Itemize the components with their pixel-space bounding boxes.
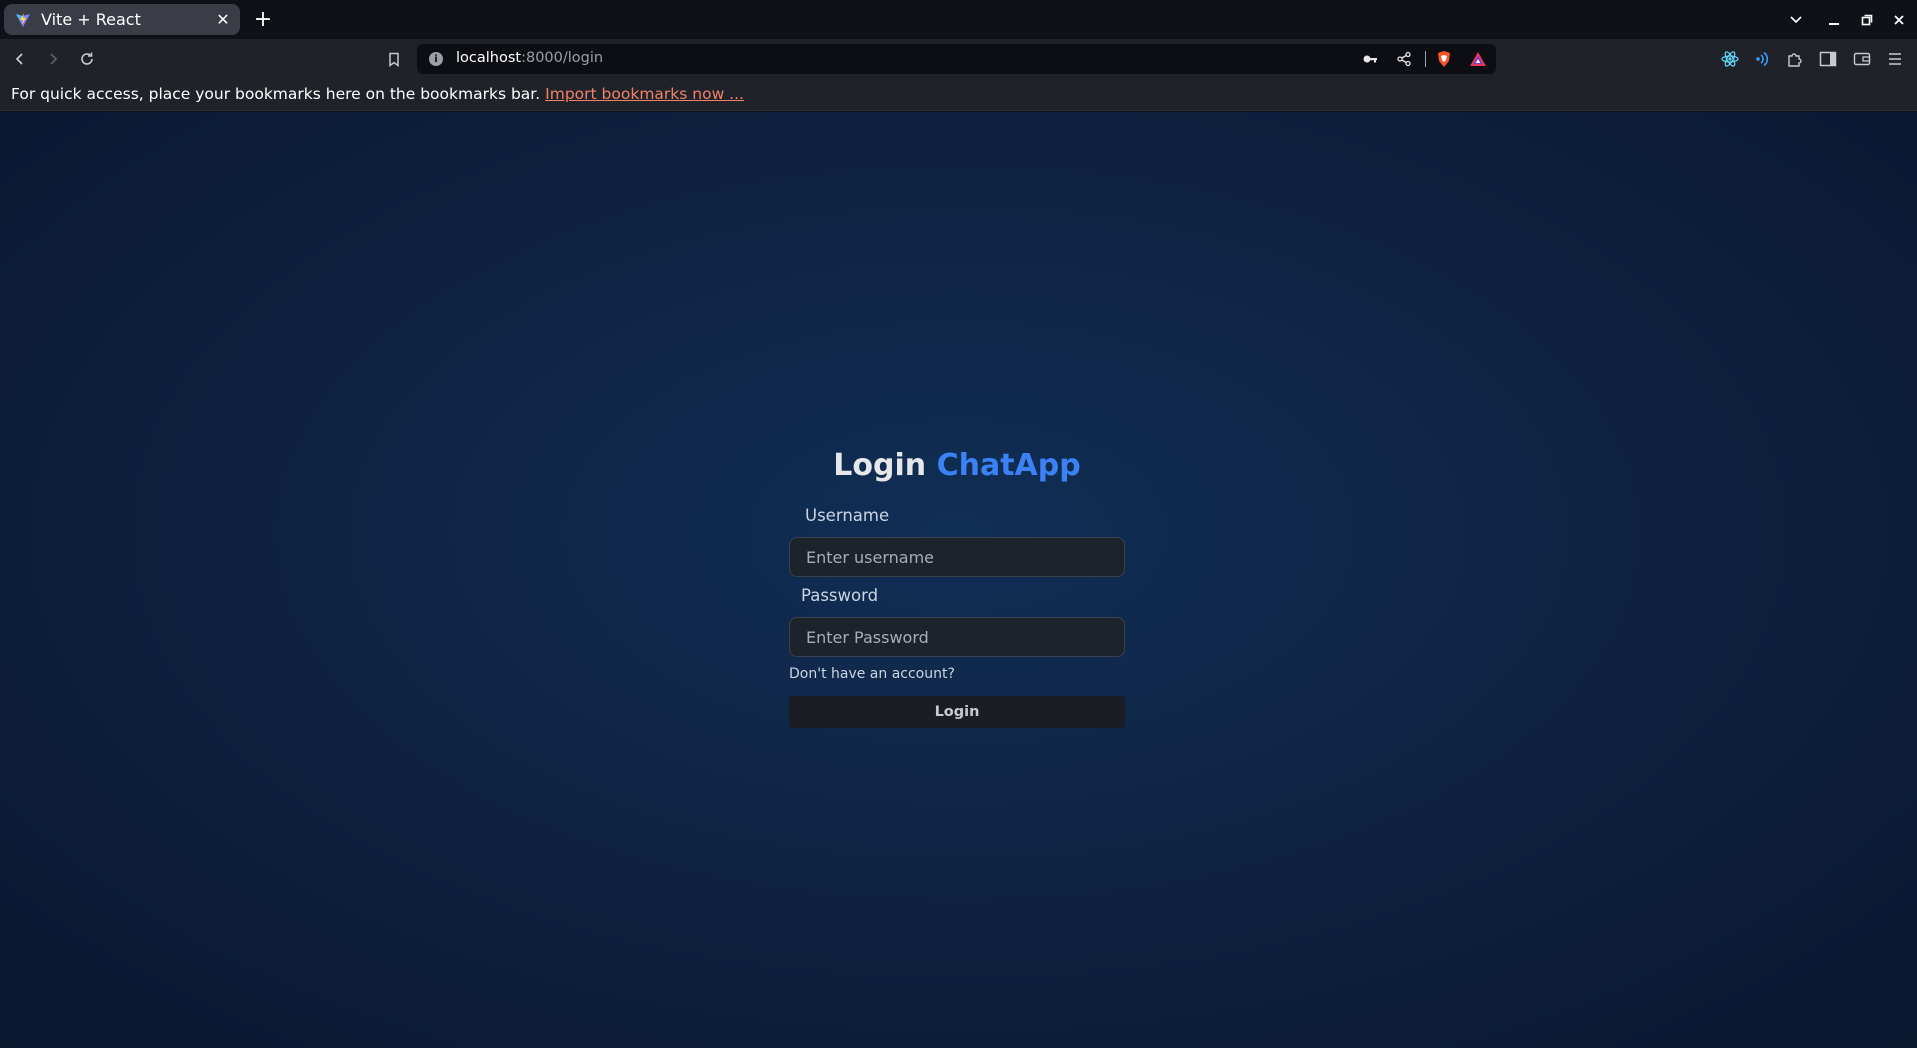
username-input[interactable]: [789, 537, 1125, 577]
brave-shields-icon[interactable]: [1435, 50, 1453, 68]
tab-list-chevron-icon[interactable]: [1784, 0, 1808, 39]
reload-icon[interactable]: [75, 47, 99, 71]
address-bar[interactable]: i localhost:8000/login: [417, 44, 1496, 74]
brave-rewards-icon[interactable]: [1469, 50, 1487, 68]
tab-bar: Vite + React ✕ +: [0, 0, 1917, 39]
wireless-extension-icon[interactable]: [1752, 49, 1772, 69]
key-icon[interactable]: [1361, 50, 1379, 68]
extensions-puzzle-icon[interactable]: [1785, 49, 1805, 69]
site-info-icon[interactable]: i: [429, 52, 443, 66]
page-background: Login ChatApp Username Password Don't ha…: [0, 112, 1917, 1048]
sidebar-toggle-icon[interactable]: [1818, 49, 1838, 69]
page-title: Login ChatApp: [789, 446, 1125, 486]
close-window-icon[interactable]: [1887, 0, 1911, 39]
wallet-icon[interactable]: [1852, 49, 1872, 69]
share-icon[interactable]: [1395, 50, 1413, 68]
url-host: localhost: [456, 50, 522, 66]
url-path: :8000/login: [521, 50, 604, 66]
url-text[interactable]: localhost:8000/login: [456, 50, 603, 66]
back-icon[interactable]: [8, 47, 32, 71]
password-label: Password: [801, 586, 879, 605]
brand-name: ChatApp: [936, 448, 1081, 483]
new-tab-button[interactable]: +: [252, 7, 274, 32]
vite-logo-icon: [15, 12, 31, 28]
minimize-icon[interactable]: [1822, 0, 1846, 39]
username-label: Username: [805, 506, 890, 525]
signup-link[interactable]: Don't have an account?: [789, 666, 955, 682]
bookmark-icon[interactable]: [382, 47, 406, 71]
password-input[interactable]: [789, 617, 1125, 657]
title-prefix: Login: [833, 448, 927, 483]
menu-hamburger-icon[interactable]: [1885, 49, 1905, 69]
bookmarks-message: For quick access, place your bookmarks h…: [11, 85, 541, 103]
tab-close-icon[interactable]: ✕: [214, 10, 232, 29]
address-bar-separator: [1425, 51, 1426, 67]
login-form: Login ChatApp Username Password Don't ha…: [789, 446, 1125, 728]
browser-toolbar: i localhost:8000/login: [0, 39, 1917, 78]
bookmarks-bar: For quick access, place your bookmarks h…: [0, 78, 1917, 111]
tab-title: Vite + React: [41, 10, 141, 29]
import-bookmarks-link[interactable]: Import bookmarks now ...: [545, 85, 744, 103]
restore-icon[interactable]: [1855, 0, 1879, 39]
forward-icon[interactable]: [41, 47, 65, 71]
react-devtools-icon[interactable]: [1720, 49, 1740, 69]
browser-tab-active[interactable]: Vite + React ✕: [4, 4, 240, 35]
login-button[interactable]: Login: [789, 696, 1125, 728]
